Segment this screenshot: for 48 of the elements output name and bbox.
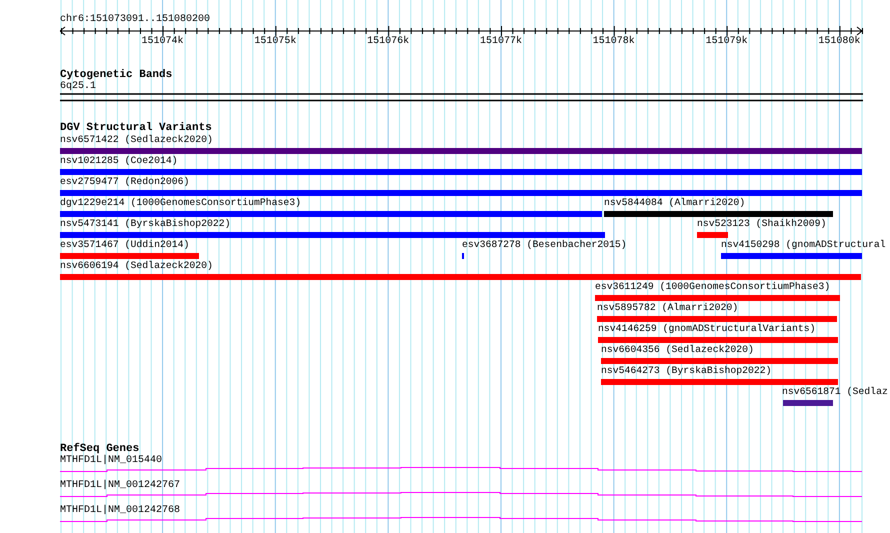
tick-label: 151080k [818,36,860,48]
variant-bar[interactable] [598,337,838,343]
track-title: RefSeq Genes [60,443,140,455]
variant-bar[interactable] [597,316,837,322]
variant-bar[interactable] [601,379,838,385]
variant-bar[interactable] [60,190,862,196]
variant-label[interactable]: nsv4150298 (gnomADStructural [721,239,886,251]
variant-bar[interactable] [604,211,833,217]
variant-label[interactable]: esv3687278 (Besenbacher2015) [462,239,627,251]
track-title: DGV Structural Variants [60,122,212,134]
tick-label: 151076k [367,36,410,48]
transcript-label[interactable]: MTHFD1L|NM_001242768 [60,505,180,517]
tick-label: 151075k [254,36,296,48]
variant-label[interactable]: nsv5844084 (Almarri2020) [604,197,746,209]
variant-label[interactable]: nsv6571422 (Sedlazeck2020) [60,134,213,146]
variant-label[interactable]: dgv1229e214 (1000GenomesConsortiumPhase3) [60,197,302,209]
transcript-label[interactable]: MTHFD1L|NM_001242767 [60,480,180,492]
variant-label[interactable]: nsv6606194 (Sedlazeck2020) [60,260,213,272]
track-title: Cytogenetic Bands [60,69,172,81]
variant-label[interactable]: nsv1021285 (Coe2014) [60,155,178,167]
variant-label[interactable]: nsv5473141 (ByrskaBishop2022) [60,218,230,230]
variant-bar[interactable] [60,148,862,154]
tick-label: 151074k [142,36,184,48]
variant-label[interactable]: esv2759477 (Redon2006) [60,176,190,188]
variant-bar[interactable] [60,253,199,259]
variant-bar[interactable] [60,274,861,280]
variant-label[interactable]: esv3571467 (Uddin2014) [60,239,190,251]
location-label: chr6:151073091..151080200 [60,14,210,26]
variant-label[interactable]: nsv5895782 (Almarri2020) [597,302,738,314]
tick-label: 151079k [706,36,748,48]
tick-label: 151077k [480,36,522,48]
variant-bar[interactable] [783,400,833,406]
variant-bar[interactable] [60,169,862,175]
variant-bar[interactable] [60,232,605,238]
variant-label[interactable]: nsv4146259 (gnomADStructuralVariants) [598,323,816,335]
variant-label[interactable]: nsv5464273 (ByrskaBishop2022) [601,365,772,377]
variant-bar[interactable] [595,295,840,301]
band-label: 6q25.1 [60,81,96,93]
transcript-label[interactable]: MTHFD1L|NM_015440 [60,455,162,467]
variant-bar[interactable] [60,211,602,217]
variant-label[interactable]: esv3611249 (1000GenomesConsortiumPhase3) [595,281,830,293]
variant-bar[interactable] [697,232,728,238]
variant-bar[interactable] [721,253,862,259]
variant-label[interactable]: nsv6604356 (Sedlazeck2020) [601,344,754,356]
variant-bar[interactable] [601,358,838,364]
tick-label: 151078k [592,36,635,48]
variant-label[interactable]: nsv6561871 (Sedlaz [782,386,888,398]
variant-label[interactable]: nsv523123 (Shaikh2009) [697,218,826,230]
